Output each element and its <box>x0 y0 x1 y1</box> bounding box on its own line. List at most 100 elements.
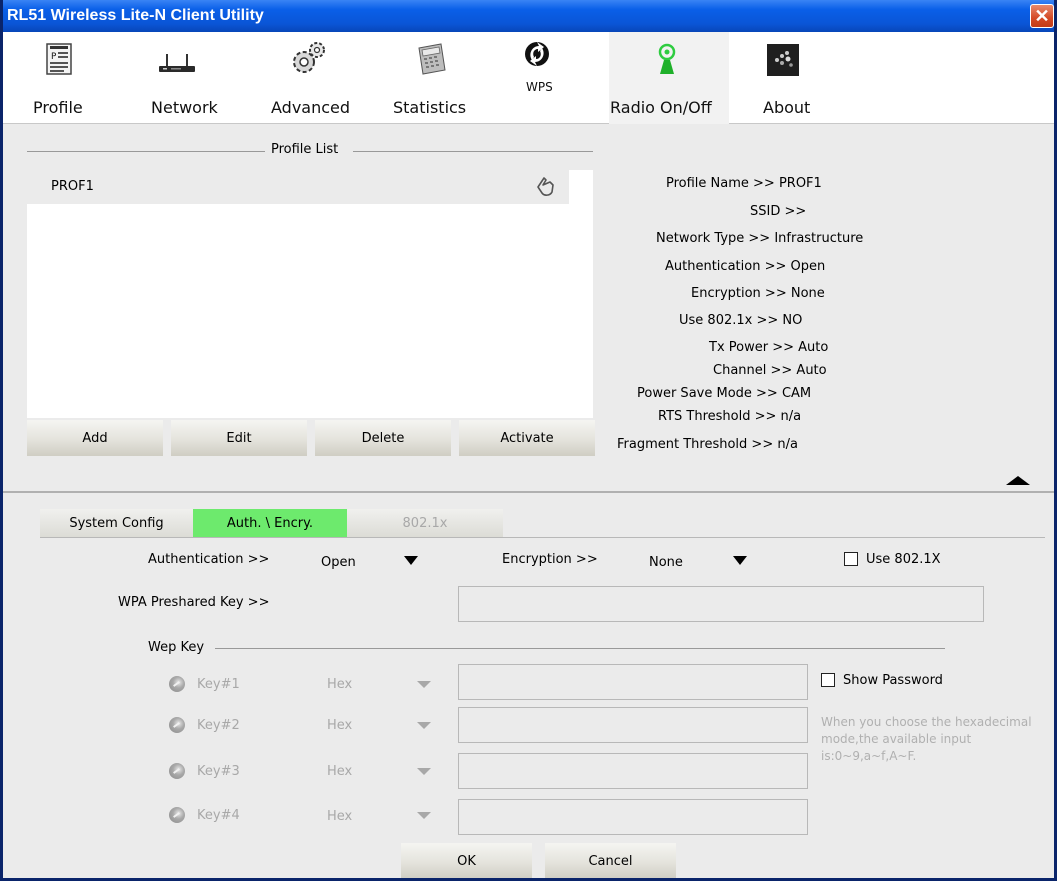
encryption-select[interactable]: None <box>633 545 763 575</box>
toolbar: P Profile Network Advanced Statistics WP… <box>3 32 1054 124</box>
chevron-down-icon <box>417 812 431 819</box>
close-button[interactable]: ✕ <box>1030 4 1054 28</box>
detail-rts-threshold: RTS Threshold >> n/a <box>658 409 802 424</box>
chevron-down-icon <box>733 556 747 565</box>
svg-text:P: P <box>51 52 57 62</box>
close-icon: ✕ <box>1034 6 1050 26</box>
wep-key-header-line <box>215 648 945 649</box>
hex-input-hint: When you choose the hexadecimal mode,the… <box>821 715 1032 763</box>
radio-antenna-icon <box>658 43 676 74</box>
key3-type-select[interactable]: Hex <box>313 756 443 786</box>
tab-auth-encry[interactable]: Auth. \ Encry. <box>193 509 347 537</box>
profile-icon: P <box>46 43 72 75</box>
detail-use8021x: Use 802.1x >> NO <box>679 313 803 328</box>
detail-fragment-threshold: Fragment Threshold >> n/a <box>617 437 798 452</box>
tab-system-config[interactable]: System Config <box>40 509 193 537</box>
profile-list-header-line-left <box>27 151 265 152</box>
router-icon <box>159 54 195 72</box>
detail-authentication: Authentication >> Open <box>665 259 826 274</box>
wps-icon <box>525 42 549 66</box>
chevron-down-icon <box>417 681 431 688</box>
show-password-label: Show Password <box>843 673 943 688</box>
toolbar-network-button[interactable]: Network <box>151 32 231 124</box>
config-panel: System Config Auth. \ Encry. 802.1x Auth… <box>3 493 1054 878</box>
key2-type-select[interactable]: Hex <box>313 710 443 740</box>
profile-panel: Profile List PROF1 Add Edit Delete Activ… <box>3 124 1054 492</box>
chevron-down-icon <box>417 768 431 775</box>
detail-tx-power: Tx Power >> Auto <box>709 340 829 355</box>
detail-encryption: Encryption >> None <box>691 286 825 301</box>
profile-list-header: Profile List <box>271 142 339 157</box>
toolbar-wps-button[interactable]: WPS <box>518 32 558 124</box>
delete-profile-button[interactable]: Delete <box>315 420 451 456</box>
add-profile-button[interactable]: Add <box>27 420 163 456</box>
app-window: RL51 Wireless Lite-N Client Utility ✕ P … <box>0 0 1057 881</box>
key2-input[interactable] <box>458 707 808 743</box>
toolbar-network-label: Network <box>151 98 218 117</box>
key4-input[interactable] <box>458 799 808 835</box>
wpa-preshared-key-input[interactable] <box>458 586 984 622</box>
toolbar-radio-label: Radio On/Off <box>610 98 712 117</box>
key3-type-value: Hex <box>327 764 353 779</box>
toolbar-profile-button[interactable]: P Profile <box>33 32 93 124</box>
title-bar[interactable]: RL51 Wireless Lite-N Client Utility ✕ <box>3 0 1054 32</box>
toolbar-profile-label: Profile <box>33 98 83 117</box>
toolbar-radio-button[interactable]: Radio On/Off <box>609 32 729 124</box>
cancel-button[interactable]: Cancel <box>545 843 676 878</box>
profile-list[interactable]: PROF1 <box>27 170 593 418</box>
chevron-down-icon <box>404 556 418 565</box>
about-icon <box>767 44 799 76</box>
key2-label: Key#2 <box>197 718 240 733</box>
gears-icon <box>293 42 325 73</box>
detail-channel: Channel >> Auto <box>713 363 827 378</box>
collapse-up-icon <box>1006 476 1030 485</box>
key1-type-select[interactable]: Hex <box>313 669 443 699</box>
key3-label: Key#3 <box>197 764 240 779</box>
key4-radio[interactable] <box>169 807 185 823</box>
toolbar-advanced-label: Advanced <box>271 98 351 117</box>
detail-profile-name: Profile Name >> PROF1 <box>666 176 822 191</box>
use8021x-checkbox[interactable] <box>844 552 858 566</box>
detail-network-type: Network Type >> Infrastructure <box>656 231 864 246</box>
collapse-button[interactable] <box>988 474 1048 490</box>
encryption-value: None <box>649 555 683 570</box>
show-password-checkbox[interactable] <box>821 673 835 687</box>
key2-radio[interactable] <box>169 717 185 733</box>
key4-type-select[interactable]: Hex <box>313 800 443 830</box>
toolbar-about-button[interactable]: About <box>763 32 823 124</box>
authentication-label: Authentication >> <box>148 552 270 567</box>
key4-type-value: Hex <box>327 809 353 824</box>
authentication-value: Open <box>321 555 356 570</box>
authentication-select[interactable]: Open <box>303 545 433 575</box>
key3-input[interactable] <box>458 753 808 789</box>
key1-label: Key#1 <box>197 677 240 692</box>
key2-type-value: Hex <box>327 718 353 733</box>
toolbar-wps-label: WPS <box>526 80 553 94</box>
toolbar-about-label: About <box>763 98 811 117</box>
wpa-preshared-key-label: WPA Preshared Key >> <box>118 595 270 610</box>
toolbar-advanced-button[interactable]: Advanced <box>271 32 361 124</box>
encryption-label: Encryption >> <box>502 552 598 567</box>
ok-button[interactable]: OK <box>401 843 532 878</box>
profile-row[interactable]: PROF1 <box>27 170 569 204</box>
edit-profile-button[interactable]: Edit <box>171 420 307 456</box>
toolbar-statistics-label: Statistics <box>393 98 467 117</box>
tab-8021x[interactable]: 802.1x <box>347 509 503 537</box>
key1-type-value: Hex <box>327 677 353 692</box>
key1-radio[interactable] <box>169 676 185 692</box>
hand-pointer-icon <box>537 177 554 196</box>
activate-profile-button[interactable]: Activate <box>459 420 595 456</box>
profile-row-name: PROF1 <box>51 179 94 194</box>
tab-underline <box>40 537 1045 538</box>
wep-key-label: Wep Key <box>148 640 205 655</box>
detail-power-save-mode: Power Save Mode >> CAM <box>637 386 812 401</box>
key3-radio[interactable] <box>169 763 185 779</box>
calculator-icon <box>418 43 446 75</box>
key4-label: Key#4 <box>197 808 240 823</box>
toolbar-statistics-button[interactable]: Statistics <box>393 32 483 124</box>
use8021x-label: Use 802.1X <box>866 552 941 567</box>
key1-input[interactable] <box>458 664 808 700</box>
profile-list-header-line-right <box>353 151 593 152</box>
window-title: RL51 Wireless Lite-N Client Utility <box>7 7 264 24</box>
detail-ssid: SSID >> <box>750 204 807 219</box>
